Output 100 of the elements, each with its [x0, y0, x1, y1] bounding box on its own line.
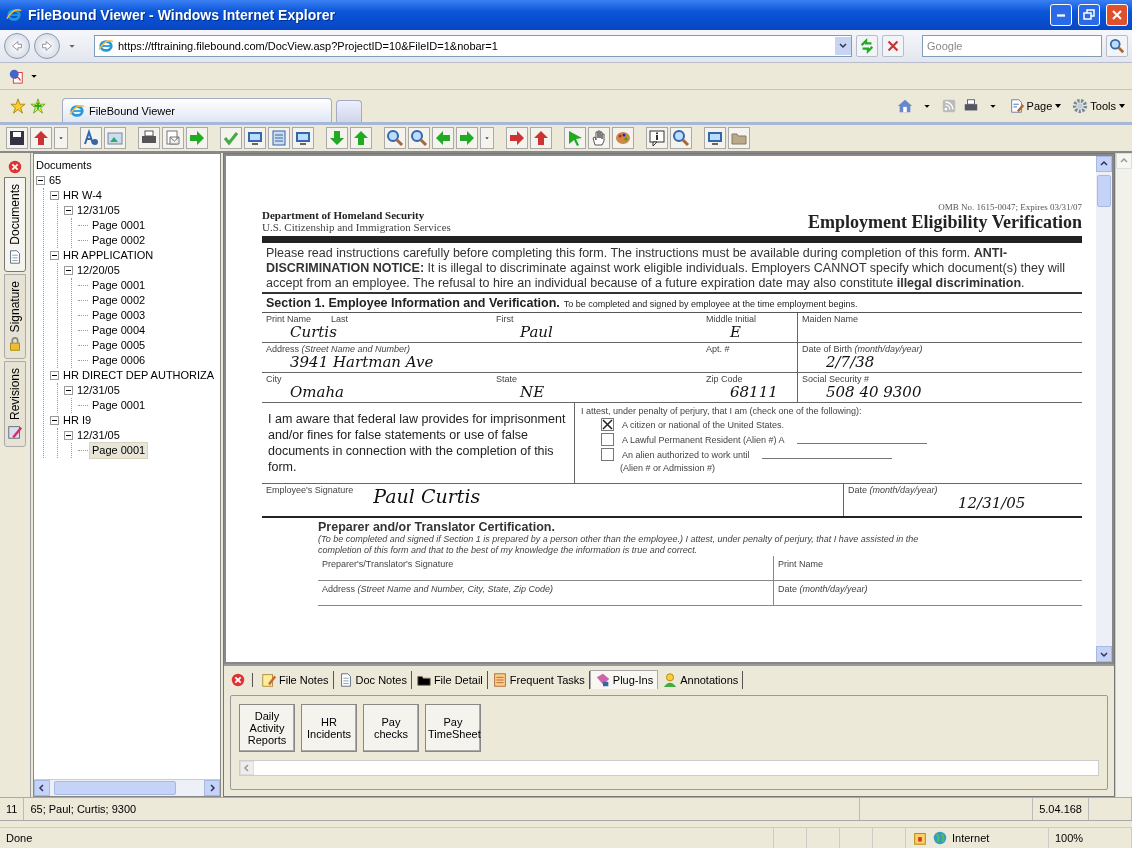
tree-item[interactable]: HR DIRECT DEP AUTHORIZA — [61, 368, 217, 383]
tree-item[interactable]: Page 0005 — [90, 338, 148, 353]
plugin-button[interactable]: HR Incidents — [301, 704, 357, 752]
scrollbar-thumb[interactable] — [54, 781, 176, 795]
field-label: City — [266, 374, 282, 384]
search-button[interactable] — [1106, 35, 1128, 57]
hand-icon[interactable] — [588, 127, 610, 149]
panel-tab[interactable]: File Notes — [257, 670, 334, 689]
tree-item[interactable]: 12/31/05 — [75, 383, 122, 398]
tree-item[interactable]: Page 0003 — [90, 308, 148, 323]
tree-item[interactable]: Page 0001 — [90, 278, 148, 293]
command-button[interactable]: Tools — [1070, 98, 1128, 114]
zone-text: Internet — [952, 832, 990, 844]
tree-item[interactable]: Page 0001 — [90, 443, 148, 458]
export-icon[interactable] — [530, 127, 552, 149]
refresh-button[interactable] — [856, 35, 878, 57]
side-tab[interactable]: Signature — [4, 273, 26, 360]
panel-tab[interactable]: Plug-Ins — [589, 670, 659, 689]
palette-icon[interactable] — [612, 127, 634, 149]
search-field[interactable]: Google — [922, 35, 1102, 57]
tree-item[interactable]: Page 0006 — [90, 353, 148, 368]
collapse-toggle[interactable] — [50, 416, 59, 425]
plugin-button[interactable]: Pay checks — [363, 704, 419, 752]
horizontal-scrollbar[interactable] — [239, 760, 1099, 776]
monitor-icon[interactable] — [292, 127, 314, 149]
tree-item[interactable]: 12/31/05 — [75, 203, 122, 218]
close-icon[interactable] — [230, 671, 246, 688]
windows-icon[interactable] — [704, 127, 726, 149]
checkbox[interactable] — [601, 418, 614, 431]
arrow-left-icon[interactable] — [432, 127, 454, 149]
collapse-toggle[interactable] — [64, 266, 73, 275]
panel-tab[interactable]: Annotations — [658, 670, 744, 689]
plugin-button[interactable]: Daily Activity Reports — [239, 704, 295, 752]
monitor-icon[interactable] — [244, 127, 266, 149]
tree-item[interactable]: 12/20/05 — [75, 263, 122, 278]
scroll-left-button[interactable] — [34, 780, 50, 796]
forward-button[interactable] — [34, 33, 60, 59]
panel-tab[interactable]: File Detail — [411, 670, 488, 689]
restore-button[interactable] — [1078, 4, 1100, 26]
zoom-button[interactable]: 100% — [1049, 828, 1132, 848]
arrow-down-icon[interactable] — [326, 127, 348, 149]
tree-item[interactable]: Page 0001 — [90, 218, 148, 233]
tree-item[interactable]: HR APPLICATION — [61, 248, 156, 263]
collapse-toggle[interactable] — [64, 206, 73, 215]
import-icon[interactable] — [506, 127, 528, 149]
tree-item[interactable]: HR W-4 — [61, 188, 104, 203]
minimize-button[interactable] — [1050, 4, 1072, 26]
collapse-toggle[interactable] — [50, 371, 59, 380]
search-icon[interactable] — [670, 127, 692, 149]
list-icon[interactable] — [268, 127, 290, 149]
star-icon[interactable] — [10, 98, 26, 114]
tree-item[interactable]: Page 0002 — [90, 293, 148, 308]
dropdown-button[interactable] — [835, 37, 851, 55]
side-tab[interactable]: Documents — [4, 177, 26, 272]
tree-item[interactable]: 65 — [47, 173, 64, 188]
pdf-icon[interactable] — [8, 68, 24, 84]
back-button[interactable] — [4, 33, 30, 59]
tree-item[interactable]: 12/31/05 — [75, 428, 122, 443]
check-icon[interactable] — [220, 127, 242, 149]
home-icon[interactable] — [896, 98, 913, 114]
command-button[interactable]: Page — [1006, 98, 1065, 114]
tree-item[interactable]: HR I9 — [61, 413, 94, 428]
checkbox[interactable] — [601, 433, 614, 446]
scroll-right-button[interactable] — [204, 780, 220, 796]
address-field[interactable]: https://tftraining.filebound.com/DocView.asp?ProjectID=10&FileID=1&nobar=1 — [94, 35, 852, 57]
close-button[interactable] — [1106, 4, 1128, 26]
side-tab[interactable]: Revisions — [4, 361, 26, 448]
info-icon[interactable] — [646, 127, 668, 149]
tree-item[interactable]: Page 0002 — [90, 233, 148, 248]
collapse-toggle[interactable] — [36, 176, 45, 185]
upload-icon[interactable] — [30, 127, 52, 149]
scroll-up-button[interactable] — [1096, 156, 1112, 172]
plugin-button[interactable]: Pay TimeSheet — [425, 704, 481, 752]
zoom-out-icon[interactable] — [408, 127, 430, 149]
stop-button[interactable] — [882, 35, 904, 57]
add-favorite-icon[interactable] — [30, 98, 46, 114]
tree-item[interactable]: Page 0004 — [90, 323, 148, 338]
checkbox[interactable] — [601, 448, 614, 461]
save-icon[interactable] — [6, 127, 28, 149]
text-style-icon[interactable] — [80, 127, 102, 149]
close-icon[interactable] — [7, 159, 23, 175]
browser-tab[interactable]: FileBound Viewer — [62, 98, 332, 122]
folder-icon[interactable] — [728, 127, 750, 149]
arrow-up-icon[interactable] — [350, 127, 372, 149]
panel-tab[interactable]: Doc Notes — [333, 670, 412, 689]
pointer-icon[interactable] — [564, 127, 586, 149]
panel-tab[interactable]: Frequent Tasks — [487, 670, 590, 689]
print-icon[interactable] — [138, 127, 160, 149]
scrollbar-thumb[interactable] — [1097, 175, 1111, 207]
arrow-right-icon[interactable] — [456, 127, 478, 149]
picture-icon[interactable] — [104, 127, 126, 149]
collapse-toggle[interactable] — [50, 251, 59, 260]
tree-item[interactable]: Page 0001 — [90, 398, 148, 413]
collapse-toggle[interactable] — [50, 191, 59, 200]
collapse-toggle[interactable] — [64, 386, 73, 395]
collapse-toggle[interactable] — [64, 431, 73, 440]
arrow-right-icon[interactable] — [186, 127, 208, 149]
zoom-in-icon[interactable] — [384, 127, 406, 149]
chevron-left-icon — [37, 783, 47, 793]
scroll-down-button[interactable] — [1096, 646, 1112, 662]
